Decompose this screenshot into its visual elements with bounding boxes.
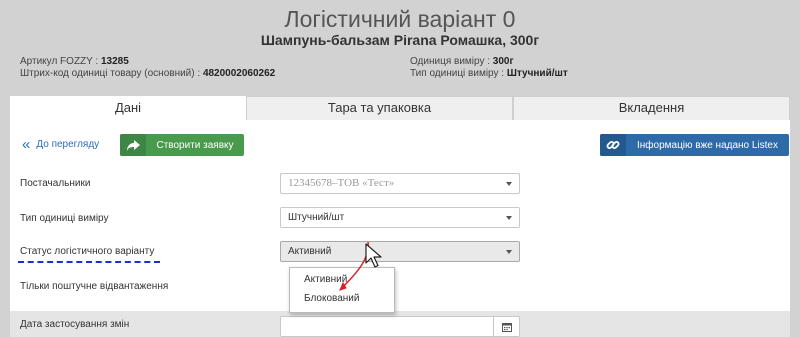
chevron-down-icon	[506, 216, 512, 220]
unit-label: Одиниця виміру :	[410, 56, 493, 67]
unit-info: Одиниця виміру : 300г	[410, 56, 514, 67]
apply-date-label: Дата застосування змін	[20, 319, 130, 330]
link-icon	[600, 134, 626, 156]
suppliers-label: Постачальники	[20, 178, 91, 189]
status-label-highlight	[18, 261, 160, 263]
article-info: Артикул FOZZY : 13285	[20, 56, 129, 67]
tab-attachments[interactable]: Вкладення	[513, 96, 790, 120]
article-value: 13285	[101, 56, 129, 67]
mouse-cursor-icon	[365, 243, 382, 268]
suppliers-select: 12345678–ТОВ «Тест»	[280, 173, 520, 194]
unit-type-value: Штучний/шт	[506, 68, 568, 79]
tab-bar: Дані Тара та упаковка Вкладення	[10, 96, 790, 120]
back-to-view-link[interactable]: « До перегляду	[22, 135, 100, 153]
unit-value: 300г	[492, 56, 514, 67]
listex-info-label: Інформацію вже надано Listex	[636, 139, 778, 151]
status-label: Статус логістичного варіанту	[20, 246, 155, 257]
unit-type-select-value: Штучний/шт	[288, 212, 345, 223]
create-request-label: Створити заявку	[156, 139, 234, 151]
tab-packaging[interactable]: Тара та упаковка	[246, 96, 513, 120]
page-header: Логістичний варіант 0 Шампунь-бальзам Pi…	[0, 0, 800, 95]
calendar-icon[interactable]	[493, 317, 519, 336]
unit-type-select[interactable]: Штучний/шт	[280, 207, 520, 228]
chevron-down-icon	[506, 182, 512, 186]
barcode-info: Штрих-код одиниці товару (основний) : 48…	[20, 68, 275, 79]
only-piece-label: Тільки поштучне відвантаження	[20, 281, 169, 292]
unit-type-label: Тип одиниці виміру :	[410, 68, 507, 79]
tab-data[interactable]: Дані	[10, 96, 246, 120]
back-label: До перегляду	[36, 139, 100, 150]
double-chevron-left-icon: «	[22, 135, 31, 153]
chevron-down-icon	[506, 250, 512, 254]
article-label: Артикул FOZZY :	[20, 56, 101, 67]
listex-info-button[interactable]: Інформацію вже надано Listex	[600, 134, 789, 156]
unit-type-field-label: Тип одиниці виміру	[20, 213, 109, 224]
tab-content: « До перегляду Створити заявку Інформаці…	[10, 120, 790, 337]
barcode-label: Штрих-код одиниці товару (основний) :	[20, 68, 203, 79]
page-title: Логістичний варіант 0	[284, 6, 516, 32]
suppliers-value: 12345678–ТОВ «Тест»	[288, 177, 395, 189]
barcode-value: 4820002060262	[202, 68, 276, 79]
create-request-button[interactable]: Створити заявку	[120, 134, 244, 156]
unit-type-info: Тип одиниці виміру : Штучний/шт	[410, 68, 568, 79]
share-arrow-icon	[120, 134, 146, 156]
apply-date-input[interactable]	[280, 316, 520, 337]
product-name: Шампунь-бальзам Pirana Ромашка, 300г	[260, 32, 540, 48]
